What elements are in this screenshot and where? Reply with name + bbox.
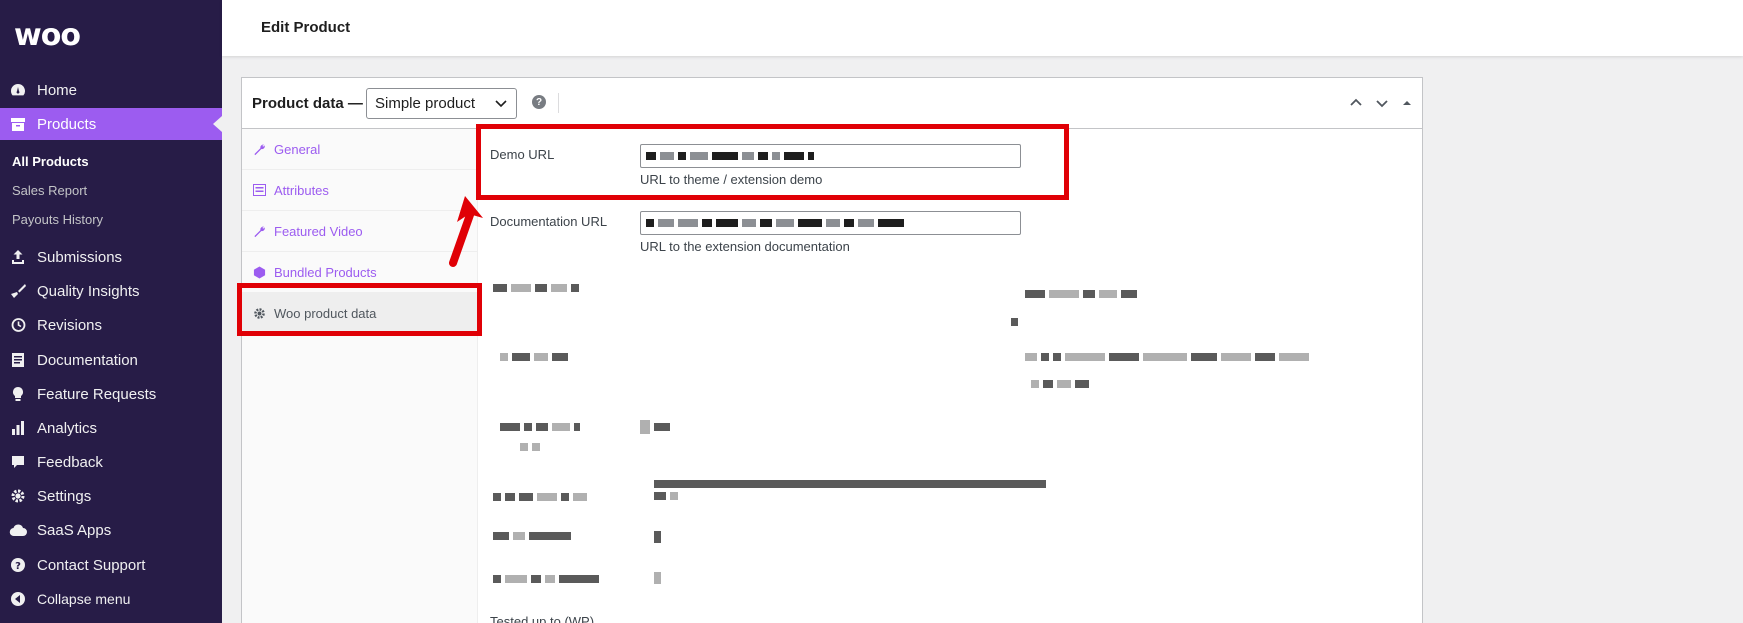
dashboard-icon [9, 81, 27, 99]
product-type-select[interactable]: Simple product [366, 88, 517, 119]
submenu-all-products[interactable]: All Products [12, 154, 89, 169]
obscured-field-value [1025, 353, 1309, 361]
nav-label: Home [37, 81, 78, 99]
woo-product-data-highlight [237, 283, 482, 336]
tab-general[interactable]: General [242, 129, 478, 170]
submenu-payouts-history[interactable]: Payouts History [12, 212, 103, 227]
submenu-sales-report[interactable]: Sales Report [12, 183, 87, 198]
list-icon [252, 183, 266, 197]
bar-chart-icon [9, 419, 27, 437]
obscured-field-label [500, 353, 568, 361]
tab-label: Featured Video [274, 223, 363, 239]
wrench-icon [252, 224, 266, 238]
upload-icon [9, 248, 27, 266]
nav-label: Products [37, 115, 97, 133]
obscured-field-label [493, 532, 571, 540]
nav-collapse-menu[interactable]: Collapse menu [0, 583, 222, 615]
obscured-field-label [500, 423, 580, 431]
nav-products[interactable]: Products [0, 108, 222, 140]
nav-submissions[interactable]: Submissions [0, 241, 222, 273]
nav-documentation[interactable]: Documentation [0, 344, 222, 376]
nav-label: Submissions [37, 248, 123, 266]
move-down-button[interactable] [1373, 94, 1391, 112]
nav-label: Settings [37, 487, 92, 505]
chevron-down-icon [1376, 100, 1388, 108]
help-icon: ? [9, 556, 27, 574]
obscured-field-value [1025, 290, 1137, 298]
obscured-field-label [493, 575, 599, 583]
nav-saas-apps[interactable]: SaaS Apps [0, 514, 222, 546]
product-data-label: Product data — [252, 95, 363, 112]
admin-sidebar: woo Home Products All Products Sales Rep… [0, 0, 222, 623]
triangle-up-icon [1403, 101, 1411, 105]
nav-label: Feature Requests [37, 385, 157, 403]
obscured-field-value [654, 531, 661, 543]
tested-up-to-label: Tested up to (WP) [490, 614, 595, 623]
lightbulb-icon [9, 385, 27, 403]
top-header: Edit Product [222, 0, 1743, 56]
obscured-field-value [640, 420, 670, 434]
nav-analytics[interactable]: Analytics [0, 412, 222, 444]
documentation-url-label: Documentation URL [490, 214, 608, 229]
chevron-up-icon [1350, 98, 1362, 106]
nav-feature-requests[interactable]: Feature Requests [0, 378, 222, 410]
tab-label: Bundled Products [274, 264, 377, 280]
obscured-field-value [1011, 318, 1018, 326]
wrench-icon [252, 142, 266, 156]
svg-text:?: ? [15, 561, 21, 572]
broom-icon [9, 282, 27, 300]
product-data-header: Product data — Simple product ? [242, 78, 1422, 129]
nav-label: SaaS Apps [37, 521, 112, 539]
nav-label: Collapse menu [37, 591, 131, 607]
product-data-tabs: General Attributes Featured Video Bundle… [242, 129, 478, 623]
toggle-panel-button[interactable] [1398, 94, 1416, 112]
help-tip-icon[interactable]: ? [532, 95, 546, 109]
move-up-button[interactable] [1347, 94, 1365, 112]
tab-attributes[interactable]: Attributes [242, 170, 478, 211]
cloud-icon [9, 521, 27, 539]
nav-label: Quality Insights [37, 282, 140, 300]
document-icon [9, 351, 27, 369]
tab-label: Attributes [274, 182, 329, 198]
gear-icon [9, 487, 27, 505]
comment-icon [9, 453, 27, 471]
obscured-field-value [654, 572, 661, 584]
obscured-field-value [1031, 380, 1089, 388]
page-title: Edit Product [261, 19, 351, 36]
nav-contact-support[interactable]: ? Contact Support [0, 549, 222, 581]
nav-home[interactable]: Home [0, 74, 222, 106]
obscured-field-label [493, 493, 587, 501]
tab-featured-video[interactable]: Featured Video [242, 211, 478, 252]
obscured-field-label [493, 284, 579, 292]
annotation-arrow-icon [449, 196, 483, 267]
woo-logo[interactable]: woo [14, 18, 81, 53]
nav-revisions[interactable]: Revisions [0, 309, 222, 341]
product-type-value: Simple product [375, 95, 476, 112]
hexagon-icon [252, 265, 266, 279]
chevron-down-icon [494, 96, 508, 114]
nav-label: Contact Support [37, 556, 146, 574]
history-icon [9, 316, 27, 334]
nav-label: Revisions [37, 316, 103, 334]
nav-label: Analytics [37, 419, 98, 437]
tab-label: General [274, 141, 321, 157]
documentation-url-description: URL to the extension documentation [640, 239, 850, 254]
archive-icon [9, 115, 27, 133]
nav-feedback[interactable]: Feedback [0, 446, 222, 478]
obscured-field-value [654, 492, 678, 500]
nav-quality-insights[interactable]: Quality Insights [0, 275, 222, 307]
obscured-field-value [654, 480, 1046, 488]
documentation-url-input[interactable] [640, 211, 1021, 235]
nav-label: Feedback [37, 453, 103, 471]
demo-url-highlight [476, 124, 1069, 200]
nav-label: Documentation [37, 351, 138, 369]
collapse-icon [9, 590, 27, 608]
header-divider [558, 93, 559, 113]
nav-settings[interactable]: Settings [0, 480, 222, 512]
obscured-field-label [520, 443, 540, 451]
